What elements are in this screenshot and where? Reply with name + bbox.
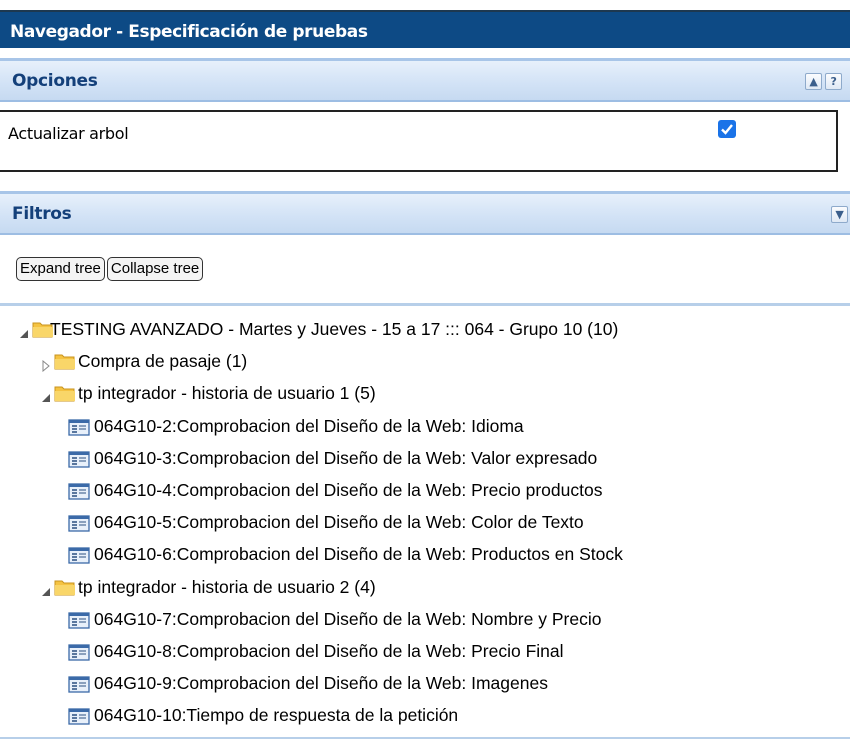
bottom-divider <box>0 737 850 739</box>
folder-icon <box>54 352 76 370</box>
expand-panel-button[interactable]: ▼ <box>831 206 848 223</box>
collapsed-triangle-icon[interactable] <box>40 356 52 373</box>
collapse-panel-button[interactable]: ▲ <box>805 73 822 90</box>
node-label: 064G10-6:Comprobacion del Diseño de la W… <box>94 544 623 565</box>
section-divider <box>0 303 850 306</box>
node-label: 064G10-4:Comprobacion del Diseño de la W… <box>94 480 603 500</box>
update-tree-label: Actualizar arbol <box>8 124 129 143</box>
filtros-title: Filtros <box>12 204 72 224</box>
node-label: 064G10-3:Comprobacion del Diseño de la W… <box>94 447 598 468</box>
filtros-panel-header[interactable]: Filtros ▼ <box>0 191 850 235</box>
expanded-triangle-icon[interactable] <box>18 324 30 338</box>
test-case-icon <box>68 482 90 500</box>
checkmark-icon <box>721 124 733 135</box>
expanded-triangle-icon[interactable] <box>40 582 52 596</box>
test-case-icon <box>68 643 90 661</box>
node-label: tp integrador - historia de usuario 2 (4… <box>78 576 376 597</box>
node-label: 064G10-9:Comprobacion del Diseño de la W… <box>94 673 548 694</box>
test-case-icon <box>68 675 90 693</box>
test-case-icon <box>68 546 90 565</box>
test-case-icon <box>68 707 90 726</box>
opciones-panel-header[interactable]: Opciones ▲ ? <box>0 58 850 102</box>
test-case-icon <box>68 611 90 629</box>
chevron-up-icon: ▲ <box>809 75 818 88</box>
node-label: 064G10-5:Comprobacion del Diseño de la W… <box>94 512 584 533</box>
expand-tree-button[interactable]: Expand tree <box>16 257 105 281</box>
node-label: 064G10-10:Tiempo de respuesta de la peti… <box>94 705 459 726</box>
update-tree-checkbox[interactable] <box>718 120 736 138</box>
window-title: Navegador - Especificación de pruebas <box>0 10 850 48</box>
node-label: 064G10-2:Comprobacion del Diseño de la W… <box>94 415 524 436</box>
test-case-icon <box>68 450 90 468</box>
node-label: TESTING AVANZADO - Martes y Jueves - 15 … <box>50 319 619 339</box>
test-case-icon <box>68 514 90 532</box>
node-label: 064G10-7:Comprobacion del Diseño de la W… <box>94 608 602 629</box>
help-icon: ? <box>830 75 837 88</box>
node-label: tp integrador - historia de usuario 1 (5… <box>78 383 376 404</box>
help-button[interactable]: ? <box>825 73 842 90</box>
chevron-down-icon: ▼ <box>835 208 844 221</box>
node-label: Compra de pasaje (1) <box>78 351 248 372</box>
test-case-icon <box>68 418 90 436</box>
opciones-title: Opciones <box>12 71 98 91</box>
opciones-panel-body: Actualizar arbol <box>0 110 838 172</box>
folder-icon <box>54 578 76 596</box>
collapse-tree-button[interactable]: Collapse tree <box>106 257 204 281</box>
tree-button-row: Expand tree Collapse tree <box>16 257 205 281</box>
expanded-triangle-icon[interactable] <box>40 388 52 403</box>
folder-icon <box>54 384 76 402</box>
node-label: 064G10-8:Comprobacion del Diseño de la W… <box>94 641 564 661</box>
